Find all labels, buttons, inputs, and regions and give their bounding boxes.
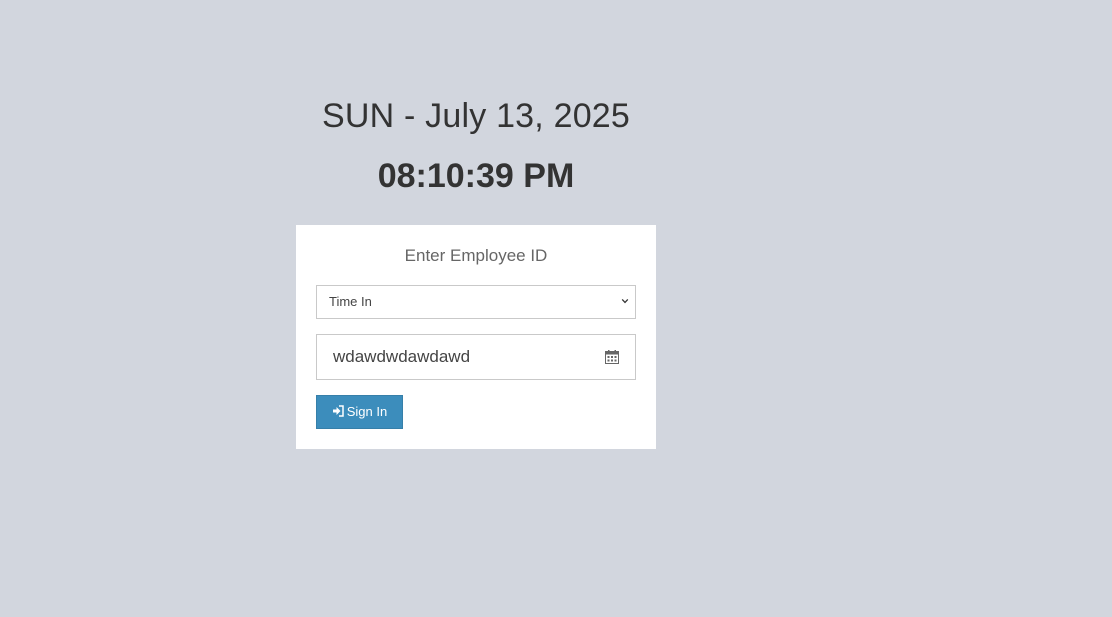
sign-in-button[interactable]: Sign In (316, 395, 403, 429)
sign-in-label: Sign In (346, 404, 388, 419)
status-select-value: Time In (329, 294, 372, 309)
login-page: SUN - July 13, 2025 08:10:39 PM Enter Em… (0, 0, 1112, 617)
employee-id-value: wdawdwdawdawd (333, 347, 471, 366)
status-select[interactable]: Time In (316, 285, 636, 319)
attendance-form: Enter Employee ID Time In wdawdwdawdawd (296, 225, 656, 449)
current-time: 08:10:39 PM (377, 157, 575, 195)
form-title: Enter Employee ID (404, 246, 548, 265)
sign-in-icon (332, 405, 344, 417)
employee-id-input[interactable]: wdawdwdawdawd (316, 334, 636, 380)
chevron-down-icon (621, 298, 629, 304)
calendar-icon (605, 350, 619, 364)
current-date: SUN - July 13, 2025 (321, 97, 631, 135)
